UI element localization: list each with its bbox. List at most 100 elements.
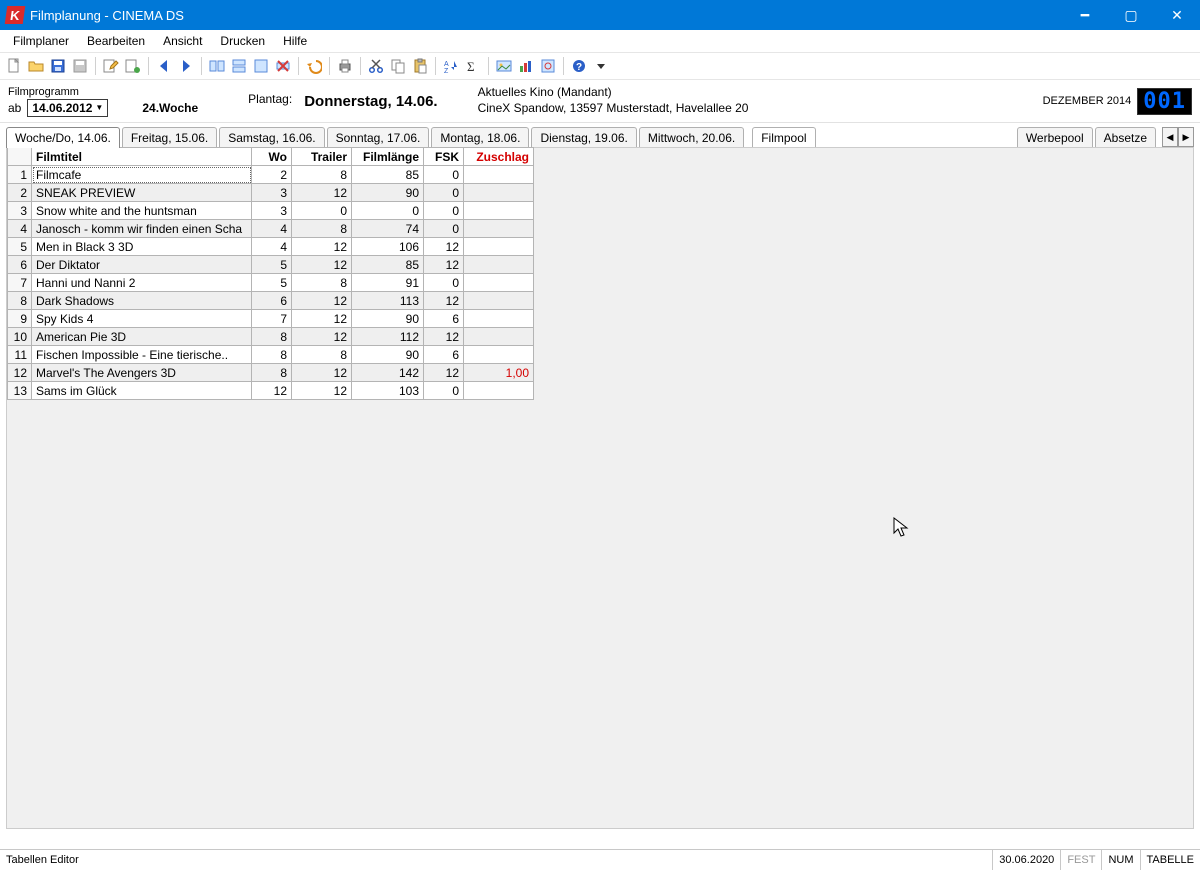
cell-wo[interactable]: 4 [252,220,292,238]
cell-len[interactable]: 106 [352,238,424,256]
col-wo[interactable]: Wo [252,148,292,166]
cell-title[interactable]: Marvel's The Avengers 3D [32,364,252,382]
edit-icon[interactable] [101,56,121,76]
col-fsk[interactable]: FSK [424,148,464,166]
col-trailer[interactable]: Trailer [292,148,352,166]
cell-fsk[interactable]: 0 [424,220,464,238]
cell-zuschlag[interactable] [464,184,534,202]
cell-zuschlag[interactable] [464,202,534,220]
prev-icon[interactable] [154,56,174,76]
cell-wo[interactable]: 6 [252,292,292,310]
cell-wo[interactable]: 4 [252,238,292,256]
cell-trailer[interactable]: 12 [292,238,352,256]
cell-zuschlag[interactable] [464,328,534,346]
cell-fsk[interactable]: 6 [424,310,464,328]
open-icon[interactable] [26,56,46,76]
tab-werbepool[interactable]: Werbepool [1017,127,1093,148]
cell-trailer[interactable]: 8 [292,274,352,292]
cell-len[interactable]: 74 [352,220,424,238]
cell-wo[interactable]: 8 [252,364,292,382]
cell-len[interactable]: 103 [352,382,424,400]
cell-trailer[interactable]: 12 [292,184,352,202]
cell-fsk[interactable]: 12 [424,238,464,256]
layout2-icon[interactable] [229,56,249,76]
cell-title[interactable]: Hanni und Nanni 2 [32,274,252,292]
new-icon[interactable] [4,56,24,76]
cell-len[interactable]: 142 [352,364,424,382]
cell-wo[interactable]: 5 [252,274,292,292]
col-zuschlag[interactable]: Zuschlag [464,148,534,166]
cell-trailer[interactable]: 12 [292,256,352,274]
cell-len[interactable]: 90 [352,310,424,328]
cell-fsk[interactable]: 0 [424,274,464,292]
cell-zuschlag[interactable] [464,274,534,292]
cell-title[interactable]: Filmcafe [32,166,252,184]
help-dropdown-icon[interactable] [591,56,611,76]
cell-len[interactable]: 85 [352,166,424,184]
table-row[interactable]: 12Marvel's The Avengers 3D812142121,00 [8,364,534,382]
tab-day-0[interactable]: Woche/Do, 14.06. [6,127,120,148]
sum-icon[interactable]: Σ [463,56,483,76]
layout1-icon[interactable] [207,56,227,76]
cell-title[interactable]: Fischen Impossible - Eine tierische.. [32,346,252,364]
cell-trailer[interactable]: 0 [292,202,352,220]
cell-fsk[interactable]: 6 [424,346,464,364]
print-icon[interactable] [335,56,355,76]
settings-icon[interactable] [538,56,558,76]
tab-absetze[interactable]: Absetze [1095,127,1156,148]
table-row[interactable]: 13Sams im Glück12121030 [8,382,534,400]
cell-wo[interactable]: 2 [252,166,292,184]
cell-wo[interactable]: 3 [252,184,292,202]
cell-len[interactable]: 112 [352,328,424,346]
chart-icon[interactable] [516,56,536,76]
tab-filmpool[interactable]: Filmpool [752,127,815,148]
cell-zuschlag[interactable] [464,310,534,328]
cell-zuschlag[interactable] [464,346,534,364]
save-icon[interactable] [48,56,68,76]
cell-trailer[interactable]: 12 [292,292,352,310]
table-row[interactable]: 4Janosch - komm wir finden einen Scha487… [8,220,534,238]
sort-icon[interactable]: AZ [441,56,461,76]
cell-len[interactable]: 113 [352,292,424,310]
cell-wo[interactable]: 8 [252,328,292,346]
cell-zuschlag[interactable]: 1,00 [464,364,534,382]
image-icon[interactable] [494,56,514,76]
tab-day-1[interactable]: Freitag, 15.06. [122,127,217,148]
cell-wo[interactable]: 3 [252,202,292,220]
help-icon[interactable]: ? [569,56,589,76]
film-grid[interactable]: Filmtitel Wo Trailer Filmlänge FSK Zusch… [7,147,534,400]
cell-zuschlag[interactable] [464,238,534,256]
cell-zuschlag[interactable] [464,166,534,184]
cell-title[interactable]: Snow white and the huntsman [32,202,252,220]
cell-fsk[interactable]: 0 [424,166,464,184]
table-row[interactable]: 11Fischen Impossible - Eine tierische..8… [8,346,534,364]
copy-icon[interactable] [388,56,408,76]
table-row[interactable]: 3Snow white and the huntsman3000 [8,202,534,220]
cell-title[interactable]: SNEAK PREVIEW [32,184,252,202]
tab-scroll-left[interactable]: ◀ [1162,127,1178,147]
table-row[interactable]: 9Spy Kids 4712906 [8,310,534,328]
paste-icon[interactable] [410,56,430,76]
cell-trailer[interactable]: 12 [292,328,352,346]
edit2-icon[interactable] [123,56,143,76]
cell-title[interactable]: Sams im Glück [32,382,252,400]
col-filmtitel[interactable]: Filmtitel [32,148,252,166]
table-row[interactable]: 8Dark Shadows61211312 [8,292,534,310]
tab-day-5[interactable]: Dienstag, 19.06. [531,127,636,148]
cell-trailer[interactable]: 12 [292,382,352,400]
cell-wo[interactable]: 7 [252,310,292,328]
cell-title[interactable]: Der Diktator [32,256,252,274]
tab-day-3[interactable]: Sonntag, 17.06. [327,127,430,148]
cell-title[interactable]: American Pie 3D [32,328,252,346]
tab-day-6[interactable]: Mittwoch, 20.06. [639,127,744,148]
cell-fsk[interactable]: 12 [424,328,464,346]
cell-zuschlag[interactable] [464,256,534,274]
cell-fsk[interactable]: 12 [424,256,464,274]
cell-trailer[interactable]: 8 [292,220,352,238]
cell-title[interactable]: Janosch - komm wir finden einen Scha [32,220,252,238]
cell-zuschlag[interactable] [464,292,534,310]
col-filmlaenge[interactable]: Filmlänge [352,148,424,166]
cell-len[interactable]: 0 [352,202,424,220]
tab-day-4[interactable]: Montag, 18.06. [431,127,529,148]
menu-drucken[interactable]: Drucken [211,31,274,51]
